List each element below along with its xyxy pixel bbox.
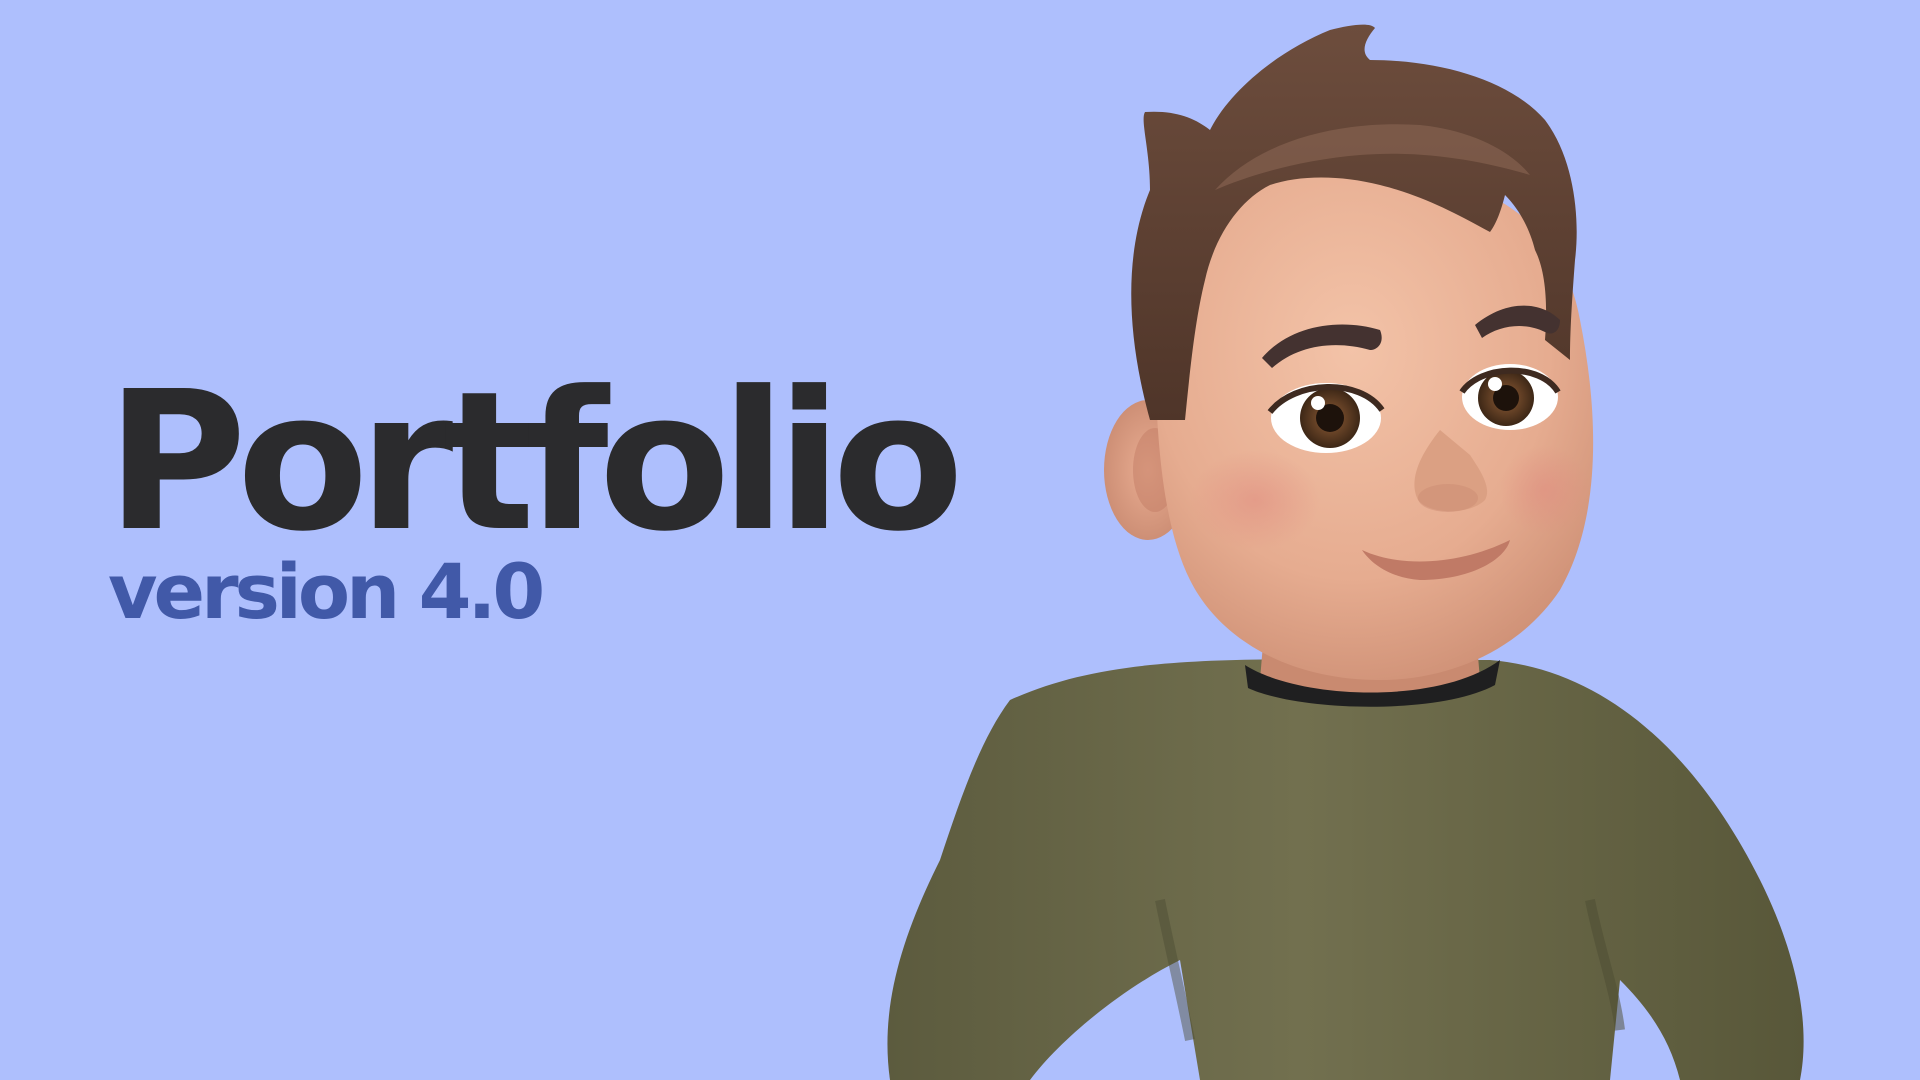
memoji-avatar-icon	[887, 24, 1804, 1080]
sweater-shape	[887, 659, 1804, 1080]
page-title: Portfolio	[106, 351, 964, 574]
hero-text-block: Portfolio version 4.0	[106, 351, 966, 632]
